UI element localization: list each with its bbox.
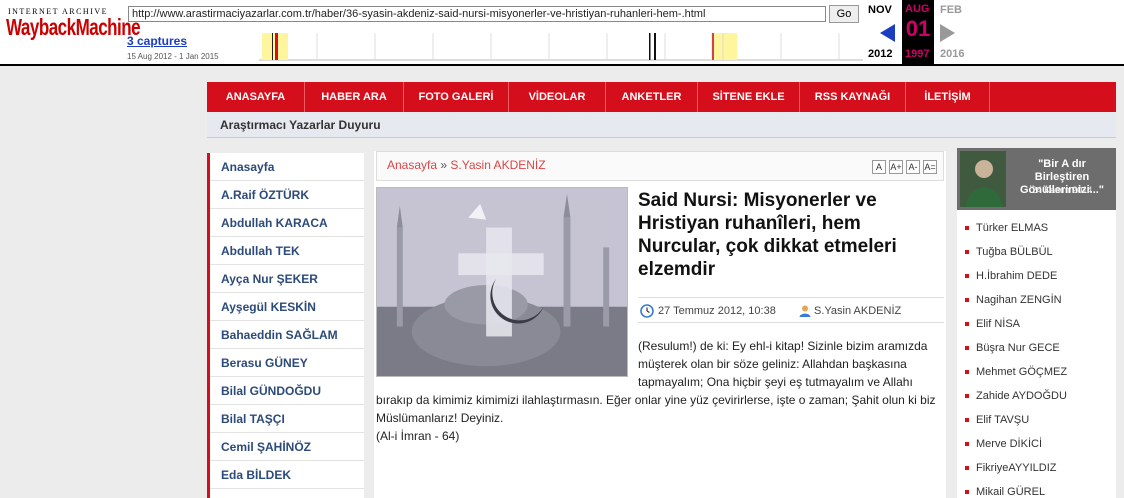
left-menu-author[interactable]: Ayça Nur ŞEKER [210,265,364,293]
article-headline: Said Nursi: Misyonerler ve Hristiyan ruh… [638,190,897,280]
nav-item[interactable]: SİTENE EKLE [698,82,800,112]
wayback-logo-main: WaybackMachine [6,14,141,41]
author-list-item[interactable]: Mehmet GÖÇMEZ [965,360,1067,384]
left-menu-author[interactable]: A.Raif ÖZTÜRK [210,181,364,209]
nav-item[interactable]: ANKETLER [606,82,698,112]
breadcrumb-separator: » [440,158,448,172]
current-month: AUG [905,3,930,15]
capture-mark [712,33,714,60]
left-menu-author[interactable]: Ayşegül KESKİN [210,293,364,321]
breadcrumb-home[interactable]: Anasayfa [387,158,437,172]
author-list-item[interactable]: Zahide AYDOĞDU [965,384,1067,408]
year-highlight-2015 [711,33,737,60]
author-list-item[interactable]: FikriyeAYYILDIZ [965,456,1056,480]
font-size-button[interactable]: A+ [889,160,903,174]
article-meta: 27 Temmuz 2012, 10:38 S.Yasin AKDENİZ [638,297,944,323]
capture-mark [649,33,651,60]
go-button[interactable]: Go [829,5,859,23]
capture-mark [272,33,273,60]
font-size-button[interactable]: A= [923,160,937,174]
article-body: (Resulum!) de ki: Ey ehl-i kitap! Sizinl… [376,337,942,445]
capture-mark [275,33,278,60]
article-author[interactable]: S.Yasin AKDENİZ [814,305,901,317]
capture-range: 15 Aug 2012 - 1 Jan 2015 [127,52,219,61]
font-size-controls: A A+ A- A= [872,160,937,174]
next-month: FEB [940,4,962,16]
author-list-item[interactable]: Büşra Nur GECE [965,336,1060,360]
left-menu-author[interactable]: Bahaeddin SAĞLAM [210,321,364,349]
author-list-item[interactable]: Türker ELMAS [965,216,1048,240]
capture-sparkline[interactable] [259,33,863,61]
author-list-item[interactable]: H.İbrahim DEDE [965,264,1057,288]
article-paragraph: (Resulum!) de ki: Ey ehl-i kitap! Sizinl… [638,339,928,389]
left-menu-home[interactable]: Anasayfa [210,153,364,181]
nav-item[interactable]: FOTO GALERİ [404,82,509,112]
left-menu-author[interactable]: Bilal TAŞÇI [210,405,364,433]
font-size-button[interactable]: A [872,160,886,174]
announcement-bar: Araştırmacı Yazarlar Duyuru [207,112,1116,138]
left-menu-author[interactable]: Abdullah KARACA [210,209,364,237]
left-menu: Anasayfa A.Raif ÖZTÜRK Abdullah KARACA Abdu… [207,153,364,498]
year-dividers [316,33,840,60]
current-day: 01 [905,16,931,41]
nav-item[interactable]: RSS KAYNAĞI [800,82,906,112]
nav-item[interactable]: VİDEOLAR [509,82,606,112]
font-size-button[interactable]: A- [906,160,920,174]
featured-article[interactable]: "Bir A dır Birleştiren Gönüllerimizi..."… [957,148,1116,210]
author-list-item[interactable]: Elif TAVŞU [965,408,1029,432]
article-main: Anasayfa » S.Yasin AKDENİZ A A+ A- A= Said … [374,151,946,498]
author-list-item[interactable]: Merve DİKİCİ [965,432,1042,456]
author-list-item[interactable]: Mikail GÜREL [965,480,1045,498]
captures-link[interactable]: 3 captures [127,34,187,48]
nav-item[interactable]: HABER ARA [305,82,404,112]
nav-item[interactable]: İLETİŞİM [906,82,990,112]
main-nav: ANASAYFA HABER ARA FOTO GALERİ VİDEOLAR ANKE… [207,82,1116,112]
author-list-item[interactable]: Nagihan ZENGİN [965,288,1062,312]
wayback-toolbar: INTERNET ARCHIVE WaybackMachine Go 3 cap… [0,0,1124,66]
announcement-title: Araştırmacı Yazarlar Duyuru [220,118,381,132]
article-date: 27 Temmuz 2012, 10:38 [658,305,776,317]
left-menu-author[interactable]: Cemil ŞAHİNÖZ [210,433,364,461]
next-capture-arrow-icon [940,24,955,42]
prev-capture-arrow-icon[interactable] [880,24,896,42]
current-year: 1997 [905,48,930,60]
wayback-logo[interactable]: INTERNET ARCHIVE WaybackMachine [6,7,141,49]
article-reference: (Al-i İmran - 64) [376,429,460,443]
prev-month[interactable]: NOV [868,4,892,16]
left-menu-author[interactable]: Bilal GÜNDOĞDU [210,377,364,405]
prev-year[interactable]: 2012 [868,48,892,60]
nav-item[interactable]: ANASAYFA [207,82,305,112]
featured-thumbnail [960,151,1006,207]
author-list-item[interactable]: Tuğba BÜLBÜL [965,240,1053,264]
author-list-item[interactable]: Elif NİSA [965,312,1020,336]
article-paragraph: bırakıp da kimimiz kimimizi ilahlaştırma… [376,393,936,425]
author-icon [799,305,811,317]
left-menu-author[interactable]: Berasu GÜNEY [210,349,364,377]
wayback-url-input[interactable] [128,6,826,22]
featured-date: 24 Kasım 2014 [1031,185,1093,195]
left-menu-author[interactable]: Eda BİLDEK [210,461,364,489]
right-column: "Bir A dır Birleştiren Gönüllerimizi..."… [957,148,1116,498]
left-menu-author[interactable]: Abdullah TEK [210,237,364,265]
capture-mark [654,33,656,60]
next-year: 2016 [940,48,965,60]
breadcrumb: Anasayfa » S.Yasin AKDENİZ A A+ A- A= [376,151,944,181]
clock-icon [640,304,654,318]
breadcrumb-current[interactable]: S.Yasin AKDENİZ [450,158,545,172]
